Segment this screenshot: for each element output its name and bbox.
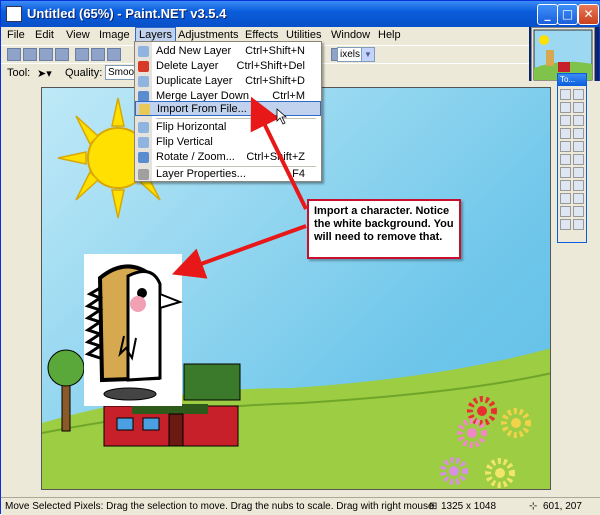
- menu-item-rotate-zoom[interactable]: Rotate / Zoom... Ctrl+Shift+Z: [135, 150, 321, 165]
- tools-panel-title[interactable]: To...: [558, 74, 586, 86]
- lasso-icon[interactable]: [560, 102, 571, 113]
- paste-icon[interactable]: [107, 48, 121, 61]
- rectangle-select-icon[interactable]: [560, 89, 571, 100]
- move-pixels-icon[interactable]: [573, 102, 584, 113]
- cursor-position-icon: ⊹: [529, 501, 538, 512]
- rotate-zoom-icon: [138, 152, 149, 163]
- copy-icon[interactable]: [91, 48, 105, 61]
- pencil-icon[interactable]: [560, 167, 571, 178]
- move-selection-icon[interactable]: [573, 89, 584, 100]
- character-layer: [84, 254, 184, 406]
- line-curve-icon[interactable]: [573, 193, 584, 204]
- menu-item-add-new-layer[interactable]: Add New Layer Ctrl+Shift+N: [135, 44, 321, 59]
- quality-combo[interactable]: Smooth: [105, 65, 135, 80]
- clone-stamp-icon[interactable]: [560, 180, 571, 191]
- eraser-icon[interactable]: [573, 154, 584, 165]
- pan-icon[interactable]: [573, 128, 584, 139]
- title-bar[interactable]: Untitled (65%) - Paint.NET v3.5.4 _ □ ✕: [1, 1, 600, 27]
- ellipse-icon[interactable]: [560, 219, 571, 230]
- duplicate-layer-icon: [138, 76, 149, 87]
- save-icon[interactable]: [39, 48, 53, 61]
- cut-icon[interactable]: [75, 48, 89, 61]
- flip-vertical-icon: [138, 137, 149, 148]
- magic-wand-icon[interactable]: [560, 128, 571, 139]
- menu-edit[interactable]: Edit: [35, 29, 54, 41]
- open-file-icon[interactable]: [23, 48, 37, 61]
- menu-item-flip-vertical[interactable]: Flip Vertical: [135, 135, 321, 150]
- freeform-shape-icon[interactable]: [573, 219, 584, 230]
- paint-bucket-icon[interactable]: [560, 141, 571, 152]
- close-button[interactable]: ✕: [578, 4, 599, 25]
- maximize-button[interactable]: □: [557, 4, 578, 25]
- menu-item-duplicate-layer[interactable]: Duplicate Layer Ctrl+Shift+D: [135, 74, 321, 89]
- menu-separator: [156, 118, 316, 119]
- tool-label: Tool:: [7, 67, 31, 79]
- import-file-icon: [139, 104, 150, 115]
- recolor-icon[interactable]: [573, 180, 584, 191]
- app-window: Untitled (65%) - Paint.NET v3.5.4 _ □ ✕ …: [0, 0, 600, 515]
- new-file-icon[interactable]: [7, 48, 21, 61]
- menu-utilities[interactable]: Utilities: [286, 29, 321, 41]
- text-icon[interactable]: [560, 193, 571, 204]
- annotation-callout: Import a character. Notice the white bac…: [307, 199, 461, 259]
- units-dropdown-arrow[interactable]: ▼: [361, 47, 375, 62]
- gradient-icon[interactable]: [573, 141, 584, 152]
- image-size: 1325 x 1048: [441, 501, 497, 512]
- menu-item-import-from-file[interactable]: Import From File...: [135, 101, 321, 116]
- pointer-tool-icon[interactable]: ➤▾: [37, 67, 52, 80]
- menu-item-flip-horizontal[interactable]: Flip Horizontal: [135, 120, 321, 135]
- delete-layer-icon: [138, 61, 149, 72]
- ellipse-select-icon[interactable]: [560, 115, 571, 126]
- flip-horizontal-icon: [138, 122, 149, 133]
- color-picker-icon[interactable]: [573, 167, 584, 178]
- quality-label: Quality:: [65, 67, 103, 79]
- menu-effects[interactable]: Effects: [245, 29, 278, 41]
- menu-item-delete-layer[interactable]: Delete Layer Ctrl+Shift+Del: [135, 59, 321, 74]
- menu-view[interactable]: View: [66, 29, 90, 41]
- rounded-rectangle-icon[interactable]: [573, 206, 584, 217]
- menu-file[interactable]: File: [7, 29, 25, 41]
- status-message: Move Selected Pixels: Drag the selection…: [5, 501, 434, 512]
- cursor-position: 601, 207: [543, 501, 582, 512]
- print-icon[interactable]: [55, 48, 69, 61]
- menu-help[interactable]: Help: [378, 29, 401, 41]
- minimize-button[interactable]: _: [537, 4, 558, 25]
- menu-item-layer-properties[interactable]: Layer Properties... F4: [135, 167, 321, 182]
- status-bar: Move Selected Pixels: Drag the selection…: [1, 497, 600, 515]
- menu-adjustments[interactable]: Adjustments: [178, 29, 239, 41]
- menu-image[interactable]: Image: [99, 29, 130, 41]
- zoom-icon[interactable]: [573, 115, 584, 126]
- image-size-icon: ⊞: [429, 501, 438, 512]
- paint-net-icon: [6, 6, 22, 22]
- window-title: Untitled (65%) - Paint.NET v3.5.4: [27, 6, 227, 21]
- menu-window[interactable]: Window: [331, 29, 370, 41]
- rectangle-icon[interactable]: [560, 206, 571, 217]
- layers-menu: Add New Layer Ctrl+Shift+N Delete Layer …: [134, 41, 322, 182]
- add-layer-icon: [138, 46, 149, 57]
- paintbrush-icon[interactable]: [560, 154, 571, 165]
- tools-panel: To...: [557, 73, 587, 243]
- layer-properties-icon: [138, 169, 149, 180]
